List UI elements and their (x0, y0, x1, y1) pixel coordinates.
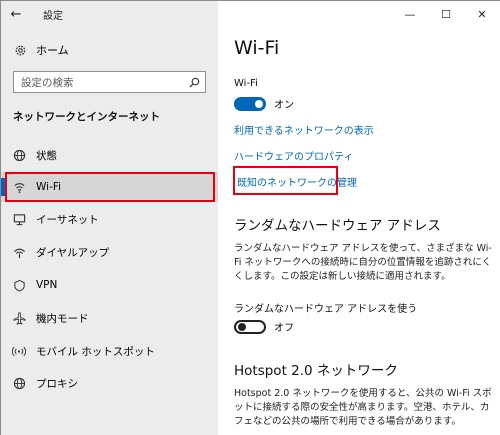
available-networks-link[interactable]: 利用できるネットワークの表示 (234, 122, 374, 137)
minimize-button[interactable]: — (392, 1, 428, 27)
main-panel: — ☐ ✕ Wi-Fi Wi-Fi オン 利用できるネットワークの表示 ハードウ… (218, 1, 500, 435)
gear-icon (13, 44, 27, 57)
random-hw-toggle-row: オフ (234, 319, 294, 334)
vpn-icon (11, 279, 27, 292)
page-title: Wi-Fi (234, 37, 280, 59)
wifi-toggle[interactable] (234, 96, 266, 111)
close-button[interactable]: ✕ (464, 1, 500, 27)
section-header: ネットワークとインターネット (13, 111, 160, 123)
sidebar-item-label: モバイル ホットスポット (36, 345, 155, 358)
search-placeholder: 設定の検索 (21, 76, 74, 89)
hotspot20-description: Hotspot 2.0 ネットワークを使用すると、公共の Wi-Fi スポットに… (234, 388, 492, 427)
sidebar-item-proxy[interactable]: プロキシ (1, 368, 218, 398)
random-hw-toggle-state: オフ (274, 323, 294, 334)
sidebar-item-label: 状態 (36, 149, 57, 162)
highlight-box-wifi (5, 172, 215, 202)
wifi-toggle-state: オン (274, 100, 294, 111)
settings-window: ← 設定 ホーム 設定の検索 ネットワークとインターネット 状態 Wi-Fi イ… (0, 0, 500, 435)
sidebar-item-home[interactable]: ホーム (1, 39, 218, 61)
sidebar-item-hotspot[interactable]: モバイル ホットスポット (1, 336, 218, 366)
sidebar-item-dialup[interactable]: ダイヤルアップ (1, 237, 218, 267)
globe-icon (11, 377, 27, 390)
sidebar-item-label: 機内モード (36, 312, 89, 325)
back-arrow-icon[interactable]: ← (1, 1, 31, 27)
window-controls: — ☐ ✕ (392, 1, 500, 27)
hardware-properties-link[interactable]: ハードウェアのプロパティ (234, 148, 353, 163)
random-hw-toggle-label: ランダムなハードウェア アドレスを使う (234, 304, 418, 315)
maximize-button[interactable]: ☐ (428, 1, 464, 27)
sidebar-item-label: VPN (36, 279, 58, 291)
airplane-icon (11, 312, 27, 325)
sidebar: ← 設定 ホーム 設定の検索 ネットワークとインターネット 状態 Wi-Fi イ… (1, 1, 218, 435)
app-title: 設定 (43, 10, 63, 22)
search-icon[interactable] (183, 77, 205, 88)
hotspot-icon (11, 345, 27, 358)
wifi-label: Wi-Fi (234, 78, 258, 89)
highlight-box-manage-known (233, 166, 338, 195)
sidebar-item-ethernet[interactable]: イーサネット (1, 204, 218, 234)
globe-icon (11, 149, 27, 162)
dialup-icon (11, 246, 27, 259)
random-hw-heading: ランダムなハードウェア アドレス (234, 218, 441, 234)
sidebar-item-airplane[interactable]: 機内モード (1, 303, 218, 333)
sidebar-item-label: プロキシ (36, 377, 78, 390)
sidebar-item-label: ダイヤルアップ (36, 246, 110, 259)
sidebar-item-label: ホーム (36, 44, 69, 57)
sidebar-item-status[interactable]: 状態 (1, 140, 218, 170)
title-bar: ← 設定 (1, 1, 218, 27)
random-hw-description: ランダムなハードウェア アドレスを使って、さまざまな Wi-Fi ネットワークへ… (234, 243, 492, 282)
hotspot20-heading: Hotspot 2.0 ネットワーク (234, 363, 398, 379)
sidebar-item-label: イーサネット (36, 213, 99, 226)
search-input[interactable]: 設定の検索 (13, 71, 206, 93)
wifi-toggle-row: オン (234, 96, 294, 111)
ethernet-icon (11, 213, 27, 226)
random-hw-toggle[interactable] (234, 319, 266, 334)
sidebar-item-vpn[interactable]: VPN (1, 270, 218, 300)
